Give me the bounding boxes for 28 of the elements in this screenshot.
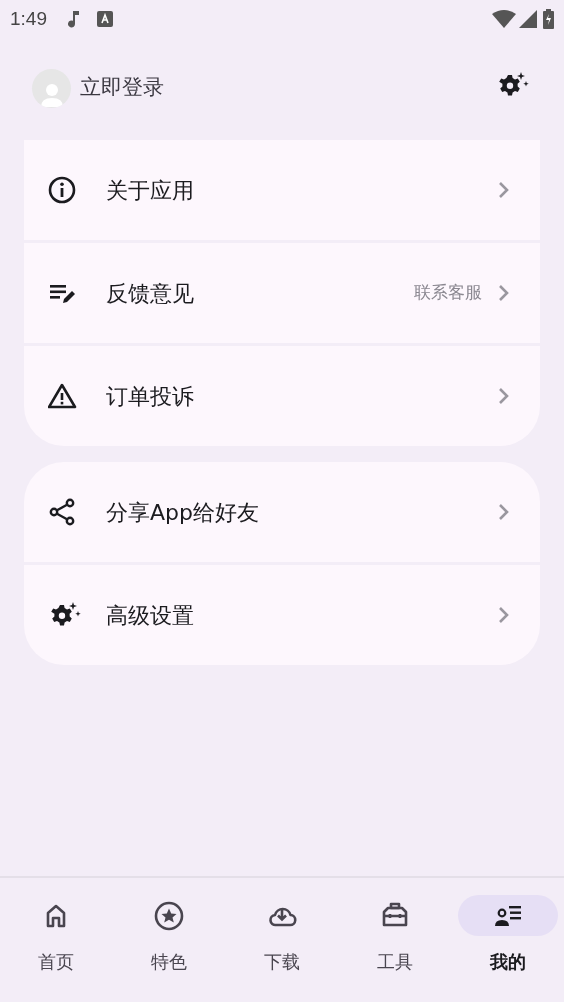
chevron-right-icon	[498, 387, 510, 405]
menu-item-hint: 联系客服	[414, 281, 482, 305]
chevron-right-icon	[498, 503, 510, 521]
login-link[interactable]: 立即登录	[80, 72, 164, 104]
chevron-right-icon	[498, 606, 510, 624]
signal-icon	[519, 10, 537, 28]
menu-item-label: 分享App给好友	[106, 498, 259, 527]
menu-item-label: 订单投诉	[106, 382, 194, 411]
nav-tab[interactable]: 下载	[225, 895, 339, 975]
menu-item[interactable]: 订单投诉	[24, 346, 540, 446]
nav-tab[interactable]: 特色	[112, 895, 226, 975]
music-note-icon	[67, 10, 81, 28]
menu-item-label: 反馈意见	[106, 279, 194, 308]
menu-item-label: 高级设置	[106, 601, 194, 630]
nav-tab[interactable]: 我的	[451, 895, 564, 975]
menu-item[interactable]: 高级设置	[24, 565, 540, 665]
chevron-right-icon	[498, 181, 510, 199]
nav-tab[interactable]: 首页	[0, 895, 113, 975]
chevron-right-icon	[498, 284, 510, 302]
status-time: 1:49	[10, 6, 47, 31]
nav-tab[interactable]: 工具	[338, 895, 452, 975]
menu-item[interactable]: 关于应用	[24, 140, 540, 240]
menu-item[interactable]: 反馈意见 联系客服	[24, 243, 540, 343]
menu-item[interactable]: 分享App给好友	[24, 462, 540, 562]
keyboard-icon	[97, 11, 113, 27]
wifi-icon	[492, 10, 516, 28]
menu-item-label: 关于应用	[106, 176, 194, 205]
battery-icon	[543, 9, 554, 29]
